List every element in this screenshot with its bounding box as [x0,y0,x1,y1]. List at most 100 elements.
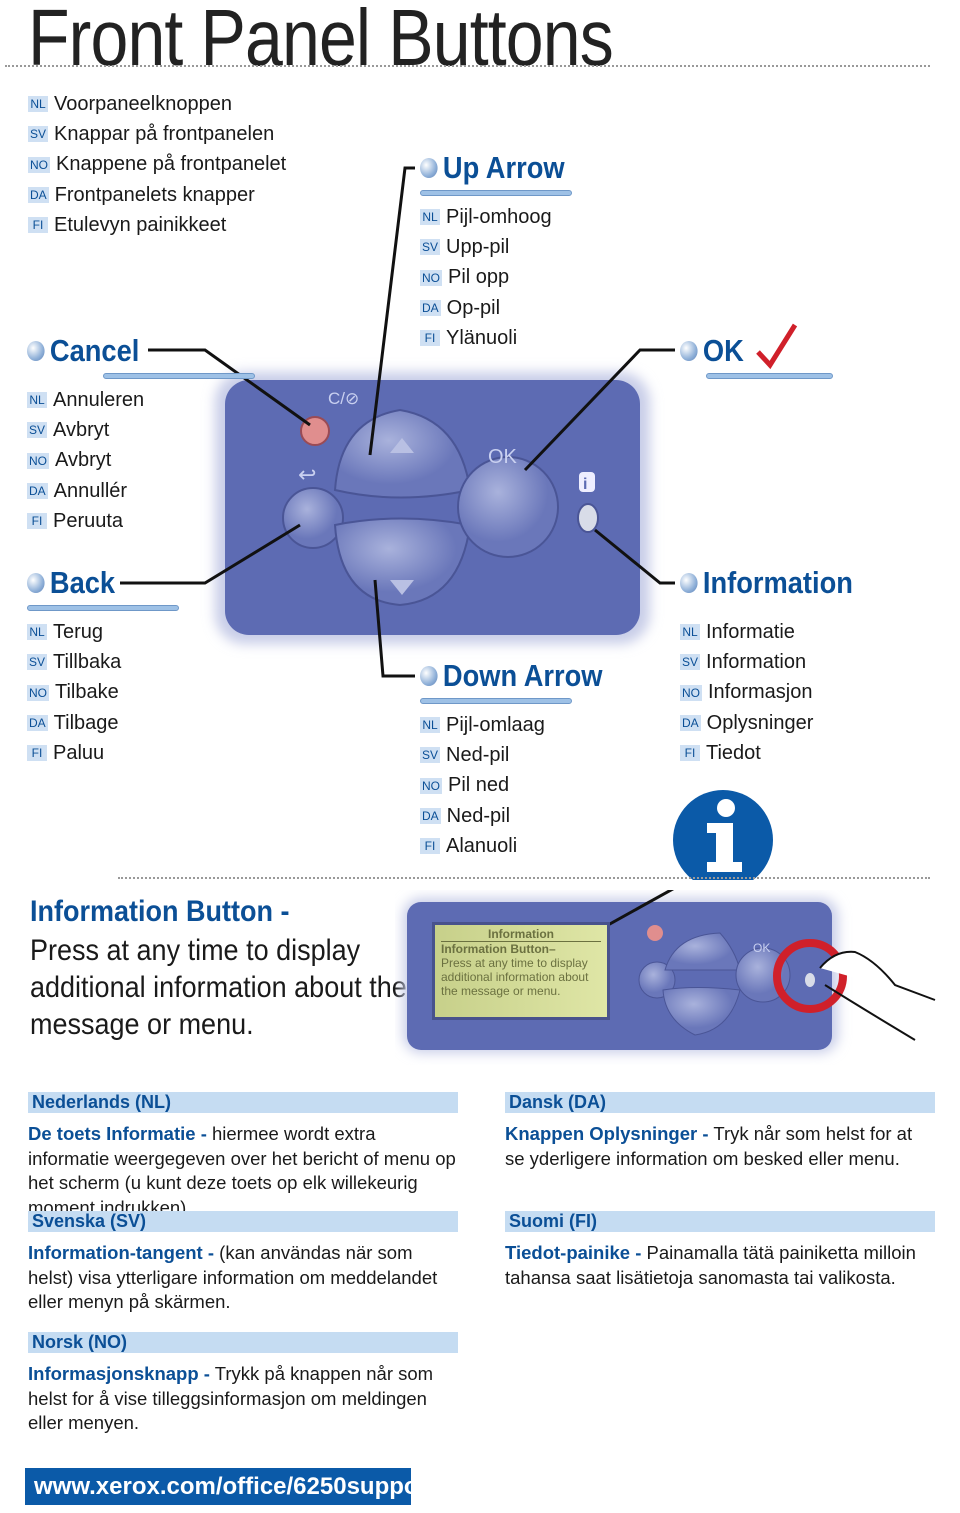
svg-text:OK: OK [753,941,770,955]
translation-text: Pijl-omlaag [446,713,545,736]
translation-text: Peruuta [53,509,124,532]
cancel-title: Cancel [49,333,140,368]
translation-item: NL Annuleren [27,385,255,415]
divider [118,877,930,879]
back-group: Back NL Terug SV Tillbaka NO Tilbake DA Tilbage… [27,565,179,768]
language-code: FI [680,745,700,762]
bullet-icon [680,341,698,361]
translation-text: Pijl-omhoog [446,205,552,228]
language-code: FI [27,513,47,530]
language-code: NL [680,624,700,641]
translation-text: Informasjon [708,681,813,704]
lang-section-nl: Nederlands (NL) De toets Informatie - hie… [28,1092,458,1220]
translation-item: DA Annullér [27,476,255,506]
cancel-group: Cancel NL Annuleren SV Avbryt NO Avbryt DA Annu… [27,333,255,536]
bullet-icon [680,573,698,593]
up-arrow-group: Up Arrow NL Pijl-omhoog SV Upp-pil NO Pil opp… [420,150,584,353]
translation-item: DA Oplysninger [680,708,877,738]
lang-section-da: Dansk (DA) Knappen Oplysninger - Tryk når… [505,1092,935,1171]
lang-section-no: Norsk (NO) Informasjonsknapp - Trykk på k… [28,1332,458,1436]
lcd-header: Information [441,927,601,942]
translation-text: Oplysninger [706,711,814,734]
lcd-body: Press at any time to display additional … [441,956,589,998]
lcd-title: Information Button– [441,942,556,956]
language-code: FI [27,745,47,762]
translation-item: NL Terug [27,617,179,647]
translation-item: FI Ylänuoli [420,323,584,353]
language-code: SV [27,422,48,439]
translation-text: Upp-pil [446,235,510,258]
lcd-screen: Information Information Button– Press at… [432,922,610,1020]
translation-item: NO Pil ned [420,771,627,801]
ok-group: OK [680,333,833,379]
bullet-icon [420,666,438,686]
translation-item: DA Tilbage [27,708,179,738]
language-code: NL [420,209,440,226]
lang-section-fi: Suomi (FI) Tiedot-painike - Painamalla tä… [505,1211,935,1290]
translation-text: Tillbaka [53,650,122,673]
information-group: Information NL Informatie SV Information NO I… [680,565,877,768]
down-arrow-group: Down Arrow NL Pijl-omlaag SV Ned-pil NO Pil n… [420,658,627,861]
language-code: NL [27,624,47,641]
up-arrow-title: Up Arrow [442,150,565,185]
information-title: Information [702,565,853,600]
info-section-title: Information Button - [30,895,290,928]
translation-text: Avbryt [55,449,112,472]
language-code: SV [27,654,48,671]
language-code: NL [420,717,440,734]
language-code: NO [680,684,702,701]
language-code: SV [420,239,441,256]
language-code: DA [420,300,441,317]
translation-item: FI Peruuta [27,506,255,536]
translation-text: Alanuoli [446,834,518,857]
info-section-body: Press at any time to display additional … [30,934,407,1041]
bullet-icon [27,573,45,593]
language-code: NO [420,777,442,794]
translation-item: SV Ned-pil [420,740,627,770]
language-code: NL [27,392,47,409]
bullet-icon [27,341,45,361]
language-code: NO [420,269,442,286]
lang-section-sv: Svenska (SV) Information-tangent - (kan a… [28,1211,458,1315]
translation-text: Information [706,650,807,673]
translation-item: NL Informatie [680,617,877,647]
translation-text: Annullér [53,479,128,502]
svg-text:C/⊘: C/⊘ [328,389,359,408]
translation-item: SV Upp-pil [420,232,584,262]
translation-text: Avbryt [53,418,110,441]
translation-item: NO Pil opp [420,263,584,293]
translation-text: Terug [53,620,104,643]
language-code: FI [420,330,440,347]
page: Front Panel Buttons NL Voorpaneelknoppen S… [0,0,960,1513]
translation-text: Tilbage [53,711,119,734]
translation-item: FI Paluu [27,738,179,768]
language-code: NO [27,684,49,701]
language-code: NO [27,452,49,469]
translation-text: Annuleren [53,388,145,411]
down-arrow-title: Down Arrow [442,658,603,693]
translation-text: Op-pil [446,296,501,319]
translation-text: Informatie [706,620,795,643]
language-code: SV [420,747,441,764]
translation-item: NL Pijl-omlaag [420,710,627,740]
translation-item: FI Alanuoli [420,831,627,861]
language-code: DA [680,715,701,732]
translation-item: NL Pijl-omhoog [420,202,584,232]
translation-text: Tiedot [706,741,761,764]
bullet-icon [420,158,438,178]
translation-item: DA Ned-pil [420,801,627,831]
language-code: FI [420,838,440,855]
support-url-link[interactable]: www.xerox.com/office/6250support [25,1468,436,1505]
translation-item: FI Tiedot [680,738,877,768]
language-code: DA [27,715,48,732]
translation-item: DA Op-pil [420,293,584,323]
language-code: SV [680,654,701,671]
svg-text:i: i [583,476,587,493]
translation-text: Ned-pil [446,743,510,766]
translation-item: NO Avbryt [27,446,255,476]
translation-text: Ylänuoli [446,326,518,349]
translation-text: Paluu [53,741,105,764]
translation-item: SV Information [680,647,877,677]
ok-title: OK [702,333,744,368]
svg-text:OK: OK [488,446,518,468]
